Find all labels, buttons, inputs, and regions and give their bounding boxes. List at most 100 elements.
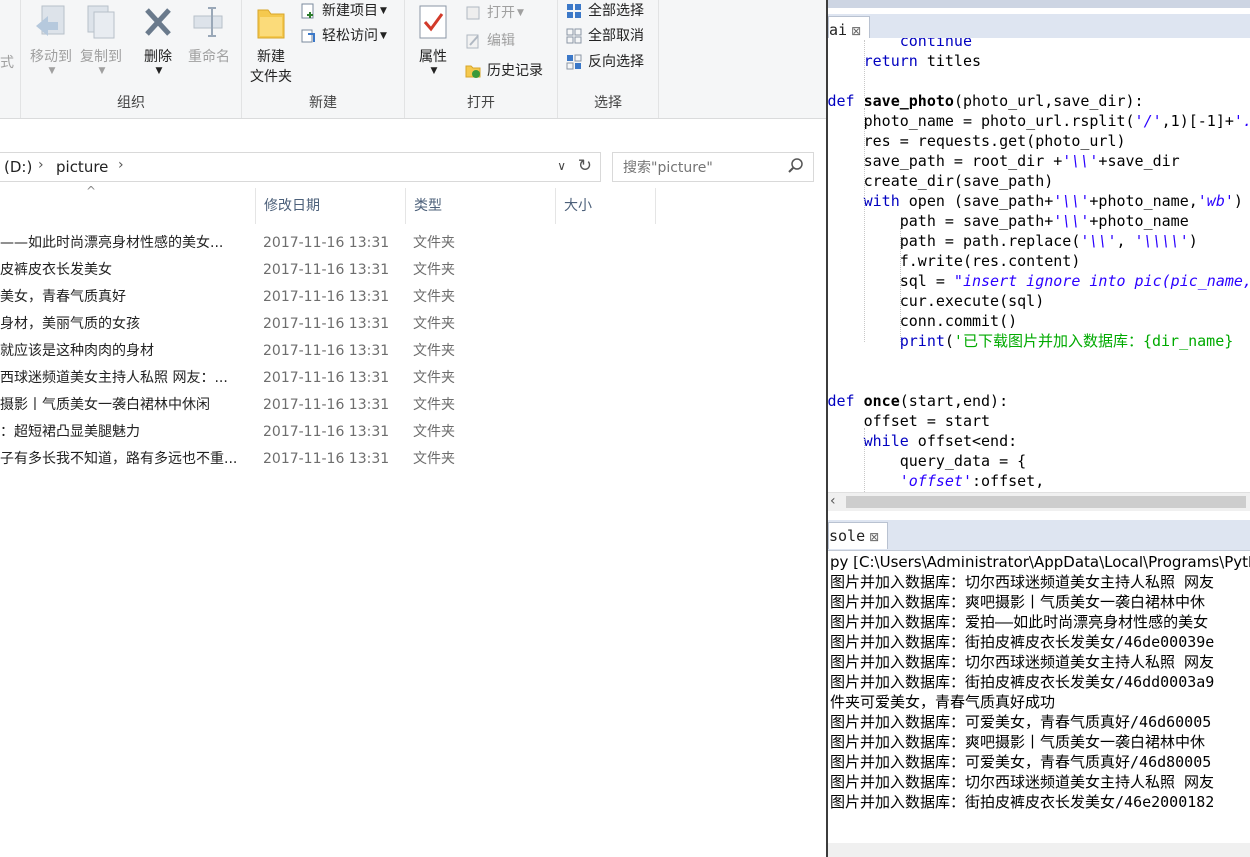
code-line: path = save_path+'\\'+photo_name [900, 211, 1189, 231]
code-token: sql = [899, 272, 954, 290]
select-all-icon [566, 3, 582, 19]
file-name: ——如此时尚漂亮身材性感的美女... [0, 235, 224, 251]
code-token: create_dir(save_path) [863, 172, 1054, 190]
history-button[interactable]: 历史记录 [465, 60, 543, 82]
file-name: 身材，美丽气质的女孩 [0, 316, 140, 332]
edit-button[interactable]: 编辑 [465, 30, 515, 52]
new-item-button[interactable]: 新建项目 ▼ [300, 0, 387, 22]
file-date: 2017-11-16 13:31 [263, 370, 390, 386]
properties-button[interactable]: 属性 ▼ [411, 0, 455, 76]
code-token: (photo_url,save_dir): [953, 92, 1144, 110]
code-line: def save_photo(photo_url,save_dir): [828, 91, 1144, 111]
code-line: f.write(res.content) [900, 251, 1081, 271]
select-all-button[interactable]: 全部选择 [566, 0, 644, 22]
new-folder-button[interactable]: 新建 文件夹 [246, 0, 296, 86]
scrollbar-thumb[interactable] [846, 496, 1246, 508]
file-date: 2017-11-16 13:31 [263, 397, 390, 413]
breadcrumb-chevron-icon[interactable]: › [118, 157, 124, 173]
group-organize: 移动到 ▼ 复制到 ▼ 删除 ▼ 重命名 组织 [21, 0, 242, 118]
code-token: conn.commit() [899, 312, 1018, 330]
code-line: def once(start,end): [828, 391, 1008, 411]
table-row[interactable]: 身材，美丽气质的女孩 2017-11-16 13:31 文件夹 [0, 311, 826, 338]
breadcrumb-chevron-icon[interactable]: › [38, 157, 44, 173]
delete-button[interactable]: 删除 ▼ [135, 0, 181, 76]
code-line: print('已下载图片并加入数据库：{dir_name} [900, 331, 1234, 351]
indent-guide [864, 428, 865, 492]
search-input[interactable] [621, 157, 785, 179]
search-icon[interactable] [787, 157, 805, 175]
copy-to-icon [84, 4, 118, 42]
column-date[interactable]: 修改日期 [256, 188, 406, 224]
invert-selection-button[interactable]: 反向选择 [566, 51, 644, 73]
console-output[interactable]: py [C:\Users\Administrator\AppData\Local… [828, 556, 1250, 857]
select-none-button[interactable]: 全部取消 [566, 25, 644, 47]
code-line: query_data = { [900, 451, 1026, 471]
console-tab[interactable]: sole ⊠ [828, 522, 889, 549]
table-row[interactable]: ——如此时尚漂亮身材性感的美女... 2017-11-16 13:31 文件夹 [0, 230, 826, 257]
copy-to-button[interactable]: 复制到 ▼ [77, 0, 125, 76]
scroll-left-icon[interactable]: ‹ [830, 493, 836, 509]
indent-guide [900, 228, 901, 342]
console-line: 件夹可爱美女，青春气质真好成功 [830, 693, 1056, 711]
code-token: return [863, 52, 918, 70]
code-token: '\\' [1080, 232, 1117, 250]
code-token: :offset, [971, 472, 1045, 490]
indent-guide [864, 40, 865, 98]
file-type: 文件夹 [413, 397, 455, 413]
code-token: def [828, 92, 855, 110]
file-date: 2017-11-16 13:31 [263, 262, 390, 278]
refresh-icon[interactable]: ↻ [578, 156, 592, 176]
indent-guide [864, 108, 865, 342]
table-row[interactable]: 子有多长我不知道，路有多远也不重... 2017-11-16 13:31 文件夹 [0, 446, 826, 473]
breadcrumb-folder[interactable]: picture [56, 158, 108, 176]
console-line: 图片并加入数据库：街拍皮裤皮衣长发美女/46de00039e [830, 633, 1215, 651]
properties-dropdown-icon: ▼ [430, 66, 438, 76]
file-date: 2017-11-16 13:31 [263, 235, 390, 251]
breadcrumb-drive[interactable]: (D:) [4, 158, 32, 176]
code-token: , [1116, 232, 1135, 250]
table-row[interactable]: ：超短裙凸显美腿魅力 2017-11-16 13:31 文件夹 [0, 419, 826, 446]
table-row[interactable]: 皮裤皮衣长发美女 2017-11-16 13:31 文件夹 [0, 257, 826, 284]
table-row[interactable]: 就应该是这种肉肉的身材 2017-11-16 13:31 文件夹 [0, 338, 826, 365]
history-icon [465, 63, 481, 79]
code-token: offset = start [863, 412, 991, 430]
code-token: '/' [1134, 112, 1162, 130]
delete-icon [141, 4, 175, 42]
code-token: print [899, 332, 945, 350]
code-token: once [863, 392, 900, 410]
open-button[interactable]: 打开 ▼ [465, 2, 524, 24]
code-token: ,1)[-1]+ [1161, 112, 1234, 130]
code-token: with [863, 192, 900, 210]
move-to-button[interactable]: 移动到 ▼ [27, 0, 75, 76]
table-row[interactable]: 西球迷频道美女主持人私照 网友：... 2017-11-16 13:31 文件夹 [0, 365, 826, 392]
code-editor[interactable]: continue return titles def save_photo(phot… [828, 38, 1250, 492]
close-icon[interactable]: ⊠ [851, 24, 861, 38]
table-row[interactable]: 摄影丨气质美女一袭白裙林中休闲 2017-11-16 13:31 文件夹 [0, 392, 826, 419]
easy-access-button[interactable]: 轻松访问 ▼ [300, 25, 387, 47]
close-icon[interactable]: ⊠ [869, 530, 879, 544]
column-size[interactable]: 大小 [556, 188, 656, 224]
address-bar[interactable]: (D:) › picture › ∨ ↻ [0, 152, 601, 182]
column-type[interactable]: 类型 [406, 188, 556, 224]
rename-button[interactable]: 重命名 [183, 0, 235, 66]
code-token: '.j [1233, 112, 1250, 130]
file-type: 文件夹 [413, 343, 455, 359]
address-dropdown-icon[interactable]: ∨ [557, 159, 566, 173]
file-date: 2017-11-16 13:31 [263, 343, 390, 359]
properties-icon [416, 4, 450, 42]
file-type: 文件夹 [413, 289, 455, 305]
table-row[interactable]: 美女，青春气质真好 2017-11-16 13:31 文件夹 [0, 284, 826, 311]
search-box[interactable] [612, 152, 814, 182]
column-name[interactable] [0, 188, 256, 224]
code-token: open (save_path+ [899, 192, 1054, 210]
file-explorer: 式 移动到 ▼ 复制到 ▼ 删除 ▼ 重命名 组织 新建 文件夹 新建项目 ▼ … [0, 0, 826, 857]
group-new: 新建 文件夹 新建项目 ▼ 轻松访问 ▼ 新建 [242, 0, 405, 118]
bottom-scrollbar[interactable] [828, 843, 1250, 857]
code-token: '\\' [1062, 152, 1099, 170]
ide-toolbar-strip [828, 0, 1250, 8]
code-line: res = requests.get(photo_url) [864, 131, 1126, 151]
code-token: f.write(res.content) [899, 252, 1081, 270]
code-line: path = path.replace('\\', '\\\\') [900, 231, 1198, 251]
horizontal-scrollbar[interactable]: ‹ [828, 492, 1250, 511]
